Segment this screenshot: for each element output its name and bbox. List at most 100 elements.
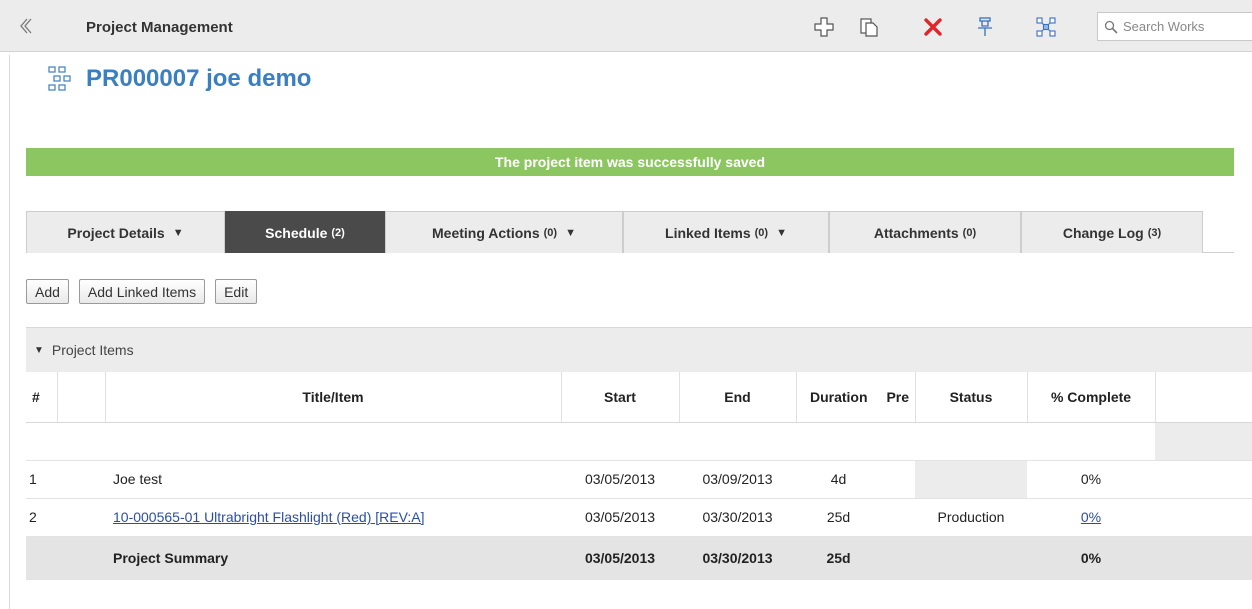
action-toolbar: Add Add Linked Items Edit <box>26 279 258 304</box>
cell-title: 10-000565-01 Ultrabright Flashlight (Red… <box>105 498 561 537</box>
item-link[interactable]: 10-000565-01 Ultrabright Flashlight (Red… <box>113 509 425 525</box>
summary-row: Project Summary 03/05/2013 03/30/2013 25… <box>26 536 1252 580</box>
summary-num <box>26 536 57 580</box>
page-title: PR000007 joe demo <box>86 65 312 92</box>
empty-row <box>26 422 1252 461</box>
delete-x-icon <box>924 18 942 36</box>
cell-icon <box>57 460 105 499</box>
cell-duration: 25d <box>796 498 881 537</box>
empty-cell <box>26 422 1155 461</box>
tab-schedule[interactable]: Schedule (2) <box>225 211 385 253</box>
network-view-button[interactable] <box>1034 15 1058 39</box>
table-header-row: # Title/Item Start End Duration Pre Stat… <box>26 372 1252 423</box>
cell-pre <box>881 460 915 499</box>
project-tree-icon <box>48 66 71 91</box>
cell-duration: 4d <box>796 460 881 499</box>
caret-down-icon: ▼ <box>172 226 184 239</box>
cell-end: 03/09/2013 <box>679 460 796 499</box>
cell-start: 03/05/2013 <box>561 460 679 499</box>
summary-end: 03/30/2013 <box>679 536 796 580</box>
left-divider <box>9 55 10 609</box>
add-project-button[interactable] <box>812 15 836 39</box>
tab-count: (0) <box>962 226 977 239</box>
column-header-pre[interactable]: Pre <box>881 372 916 423</box>
cell-extra <box>1155 498 1252 537</box>
column-header-end[interactable]: End <box>679 372 797 423</box>
summary-start: 03/05/2013 <box>561 536 679 580</box>
copy-button[interactable] <box>857 15 881 39</box>
panel-header[interactable]: ▼ Project Items <box>26 328 1252 372</box>
tab-bar: Project Details ▼ Schedule (2) Meeting A… <box>26 211 1234 253</box>
pin-icon <box>978 17 992 36</box>
table-row[interactable]: 2 10-000565-01 Ultrabright Flashlight (R… <box>26 498 1252 537</box>
caret-down-icon: ▼ <box>776 226 787 239</box>
copy-icon <box>860 18 878 37</box>
search-input[interactable] <box>1123 19 1252 34</box>
project-items-panel: ▼ Project Items # Title/Item Start End D… <box>26 327 1252 609</box>
tab-project-details[interactable]: Project Details ▼ <box>26 211 225 253</box>
cell-complete: 0% <box>1027 460 1155 499</box>
summary-status <box>915 536 1027 580</box>
summary-duration: 25d <box>796 536 881 580</box>
delete-button[interactable] <box>921 15 945 39</box>
top-bar: Project Management <box>0 0 1252 55</box>
tab-count: (3) <box>1147 226 1162 239</box>
tab-linked-items[interactable]: Linked Items (0) ▼ <box>623 211 829 253</box>
column-header-status[interactable]: Status <box>915 372 1028 423</box>
cell-extra <box>1155 460 1252 499</box>
tab-meeting-actions[interactable]: Meeting Actions (0) ▼ <box>385 211 623 253</box>
plus-icon <box>814 17 834 37</box>
tab-count: (2) <box>331 226 345 239</box>
tab-count: (0) <box>754 226 769 239</box>
column-header-start[interactable]: Start <box>561 372 680 423</box>
back-button[interactable] <box>14 14 38 38</box>
add-button[interactable]: Add <box>26 279 69 304</box>
tab-change-log[interactable]: Change Log (3) <box>1021 211 1203 253</box>
cell-status: Production <box>915 498 1027 537</box>
tab-label: Linked Items <box>665 224 751 241</box>
add-linked-items-button[interactable]: Add Linked Items <box>78 279 206 304</box>
cell-complete: 0% <box>1027 498 1155 537</box>
cell-pre <box>881 498 915 537</box>
cell-title: Joe test <box>105 460 561 499</box>
schedule-table: # Title/Item Start End Duration Pre Stat… <box>26 372 1252 580</box>
summary-extra <box>1155 536 1252 580</box>
tab-count: (0) <box>543 226 558 239</box>
pin-button[interactable] <box>973 15 997 39</box>
app-title: Project Management <box>86 19 233 36</box>
tab-label: Change Log <box>1062 224 1144 241</box>
tab-label: Project Details <box>67 224 165 241</box>
column-header-complete[interactable]: % Complete <box>1027 372 1156 423</box>
complete-link[interactable]: 0% <box>1081 509 1101 525</box>
tab-label: Attachments <box>873 224 959 241</box>
summary-icon <box>57 536 105 580</box>
search-icon <box>1104 20 1118 34</box>
summary-complete: 0% <box>1027 536 1155 580</box>
tab-label: Schedule <box>265 224 328 241</box>
cell-start: 03/05/2013 <box>561 498 679 537</box>
cell-num: 1 <box>26 460 57 499</box>
table-row[interactable]: 1 Joe test 03/05/2013 03/09/2013 4d 0% <box>26 460 1252 499</box>
panel-title: Project Items <box>51 342 134 358</box>
search-box[interactable] <box>1097 12 1252 41</box>
column-header-num[interactable]: # <box>26 372 58 423</box>
edit-button[interactable]: Edit <box>215 279 258 304</box>
cell-icon <box>57 498 105 537</box>
tab-label: Meeting Actions <box>432 224 540 241</box>
cell-status <box>915 460 1027 499</box>
cell-num: 2 <box>26 498 57 537</box>
summary-title: Project Summary <box>105 536 561 580</box>
chevron-left-icon <box>20 18 32 34</box>
caret-down-icon: ▼ <box>565 226 576 239</box>
success-banner: The project item was successfully saved <box>26 148 1234 176</box>
column-header-duration[interactable]: Duration <box>796 372 881 423</box>
page-header: PR000007 joe demo <box>47 65 311 93</box>
column-header-extra <box>1155 372 1252 423</box>
collapse-triangle-icon: ▼ <box>34 344 44 356</box>
empty-cell-shaded <box>1155 422 1252 461</box>
column-header-title[interactable]: Title/Item <box>105 372 562 423</box>
tab-attachments[interactable]: Attachments (0) <box>829 211 1021 253</box>
network-icon <box>1036 17 1056 37</box>
column-header-icon <box>57 372 106 423</box>
summary-pre <box>881 536 915 580</box>
